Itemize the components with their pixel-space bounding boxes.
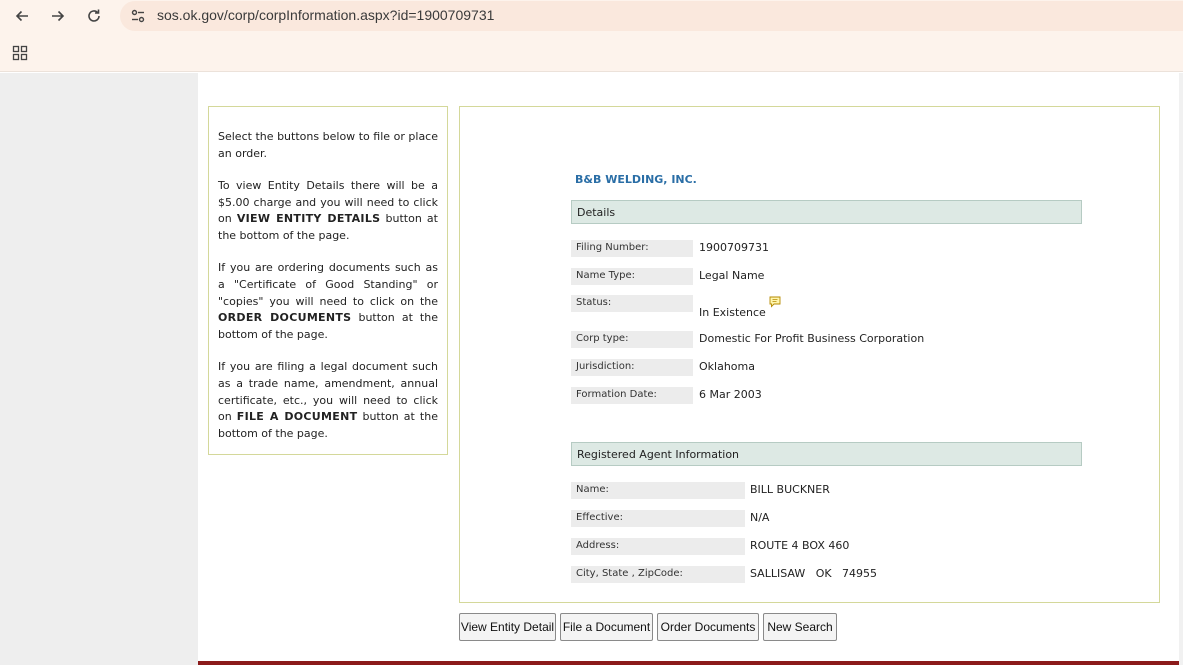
page-content: Select the buttons below to file or plac… (0, 73, 1183, 665)
new-search-button[interactable]: New Search (763, 613, 837, 641)
formation-date-label: Formation Date: (571, 387, 693, 404)
tune-icon[interactable] (130, 8, 146, 24)
agent-name-value: BILL BUCKNER (750, 483, 830, 496)
status-value: In Existence (699, 296, 781, 319)
apps-grid-icon[interactable] (12, 45, 28, 61)
reload-icon (88, 9, 100, 22)
agent-effective-value: N/A (750, 511, 770, 524)
right-gutter (1179, 73, 1183, 665)
filing-number-label: Filing Number: (571, 240, 693, 257)
comment-note-icon[interactable] (769, 296, 781, 308)
name-type-label: Name Type: (571, 268, 693, 285)
instructions-paragraph: If you are ordering documents such as a … (218, 261, 438, 342)
view-entity-detail-button[interactable]: View Entity Detail (459, 613, 556, 641)
forward-button[interactable] (46, 4, 70, 28)
instructions-panel: Select the buttons below to file or plac… (208, 106, 448, 455)
address-bar[interactable]: sos.ok.gov/corp/corpInformation.aspx?id=… (120, 1, 1183, 31)
browser-toolbar: sos.ok.gov/corp/corpInformation.aspx?id=… (0, 0, 1183, 32)
filing-number-value: 1900709731 (699, 241, 769, 254)
jurisdiction-label: Jurisdiction: (571, 359, 693, 376)
footer-bar (198, 661, 1179, 665)
jurisdiction-value: Oklahoma (699, 360, 755, 373)
formation-date-value: 6 Mar 2003 (699, 388, 762, 401)
reload-button[interactable] (82, 4, 106, 28)
status-label: Status: (571, 295, 693, 312)
status-text: In Existence (699, 306, 766, 319)
agent-city-label: City, State , ZipCode: (571, 566, 745, 583)
entity-details-panel: B&B WELDING, INC. Details Filing Number:… (459, 106, 1160, 603)
back-button[interactable] (10, 4, 34, 28)
instructions-paragraph: If you are filing a legal document such … (218, 360, 438, 441)
agent-address-label: Address: (571, 538, 745, 555)
details-heading: Details (571, 200, 1082, 224)
left-gutter (0, 73, 198, 665)
agent-name-label: Name: (571, 482, 745, 499)
arrow-left-icon (15, 10, 28, 22)
file-document-button[interactable]: File a Document (560, 613, 653, 641)
url-text[interactable]: sos.ok.gov/corp/corpInformation.aspx?id=… (157, 7, 494, 23)
entity-name: B&B WELDING, INC. (575, 173, 697, 186)
agent-city-value: SALLISAW OK 74955 (750, 567, 878, 580)
registered-agent-heading: Registered Agent Information (571, 442, 1082, 466)
order-documents-button[interactable]: Order Documents (657, 613, 759, 641)
bookmark-bar (0, 32, 1183, 72)
instructions-paragraph: Select the buttons below to file or plac… (218, 130, 438, 160)
corp-type-label: Corp type: (571, 331, 693, 348)
corp-type-value: Domestic For Profit Business Corporation (699, 332, 925, 345)
instructions-paragraph: To view Entity Details there will be a $… (218, 178, 438, 243)
arrow-right-icon (52, 10, 65, 22)
agent-address-value: ROUTE 4 BOX 460 (750, 539, 850, 552)
name-type-value: Legal Name (699, 269, 765, 282)
agent-effective-label: Effective: (571, 510, 745, 527)
